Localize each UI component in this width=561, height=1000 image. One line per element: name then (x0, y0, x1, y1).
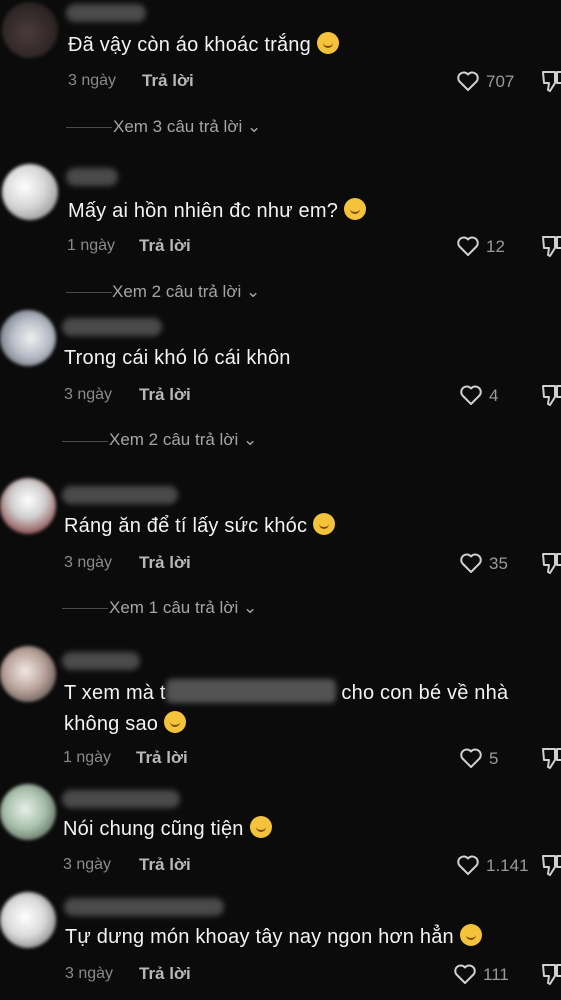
comment-time: 1 ngày (63, 749, 112, 766)
rofl-emoji-icon (459, 924, 482, 946)
thumbs-down-icon[interactable] (540, 551, 561, 575)
heart-outline-icon[interactable] (456, 854, 480, 876)
avatar[interactable] (0, 784, 56, 840)
chevron-down-icon: ⌄ (243, 430, 258, 449)
reply-button[interactable]: Trả lời (136, 748, 188, 768)
reply-button[interactable]: Trả lời (139, 385, 191, 405)
thumbs-down-icon[interactable] (540, 69, 561, 93)
comment-time: 1 ngày (67, 237, 116, 254)
username-blurred[interactable] (66, 168, 118, 186)
view-replies-button[interactable]: Xem 1 câu trả lời ⌄ (109, 598, 257, 618)
rofl-emoji-icon (164, 711, 187, 733)
like-count: 111 (483, 965, 509, 984)
comment-time: 3 ngày (68, 72, 117, 89)
thumbs-down-icon[interactable] (540, 746, 561, 770)
comment-text: Ráng ăn để tí lấy sức khóc (64, 511, 336, 542)
pensive-emoji-icon (316, 32, 339, 54)
comment-time: 3 ngày (65, 965, 114, 982)
username-blurred[interactable] (64, 898, 224, 916)
view-replies-button[interactable]: Xem 2 câu trả lời ⌄ (109, 430, 257, 450)
view-replies-button[interactable]: Xem 3 câu trả lời ⌄ (113, 117, 261, 137)
smiling-hearts-emoji-icon (344, 198, 367, 220)
thumbs-down-icon[interactable] (540, 853, 561, 877)
comment-text: Nói chung cũng tiện (63, 814, 272, 845)
comment-text: T xem mà t cho con bé về nhà không sao (64, 678, 544, 740)
heart-outline-icon[interactable] (459, 747, 483, 769)
comment-text: Tự dưng món khoay tây nay ngon hơn hẳn (65, 922, 482, 953)
blurred-text (165, 679, 336, 703)
heart-outline-icon[interactable] (453, 963, 477, 985)
avatar[interactable] (0, 478, 56, 534)
reply-button[interactable]: Trả lời (139, 855, 191, 875)
joy-emoji-icon (249, 816, 272, 838)
like-count: 35 (489, 554, 508, 573)
avatar[interactable] (2, 164, 58, 220)
thumbs-down-icon[interactable] (540, 234, 561, 258)
like-count: 4 (489, 386, 499, 405)
heart-outline-icon[interactable] (459, 552, 483, 574)
heart-outline-icon[interactable] (456, 235, 480, 257)
thumbs-down-icon[interactable] (540, 962, 561, 986)
chevron-down-icon: ⌄ (247, 117, 262, 136)
divider (62, 608, 108, 609)
heart-outline-icon[interactable] (456, 70, 480, 92)
avatar[interactable] (0, 310, 56, 366)
reply-button[interactable]: Trả lời (142, 71, 194, 91)
comment-text: Mấy ai hồn nhiên đc như em? (68, 196, 367, 227)
reply-button[interactable]: Trả lời (139, 964, 191, 984)
like-count: 5 (489, 749, 499, 768)
username-blurred[interactable] (62, 318, 162, 336)
like-count: 12 (486, 237, 505, 256)
divider (62, 441, 108, 442)
avatar[interactable] (0, 892, 56, 948)
divider (66, 127, 112, 128)
username-blurred[interactable] (62, 652, 140, 670)
username-blurred[interactable] (62, 790, 180, 808)
username-blurred[interactable] (66, 4, 146, 22)
comment-time: 3 ngày (64, 554, 113, 571)
chevron-down-icon: ⌄ (246, 282, 261, 301)
pensive-emoji-icon (313, 513, 336, 535)
like-count: 1.141 (486, 856, 529, 875)
comment-text: Trong cái khó ló cái khôn (64, 347, 291, 369)
chevron-down-icon: ⌄ (243, 598, 258, 617)
comment-text: Đã vậy còn áo khoác trắng (68, 30, 339, 61)
reply-button[interactable]: Trả lời (139, 236, 191, 256)
heart-outline-icon[interactable] (459, 384, 483, 406)
comment-time: 3 ngày (64, 386, 113, 403)
view-replies-button[interactable]: Xem 2 câu trả lời ⌄ (112, 282, 260, 302)
avatar[interactable] (2, 2, 58, 58)
reply-button[interactable]: Trả lời (139, 553, 191, 573)
divider (66, 292, 112, 293)
thumbs-down-icon[interactable] (540, 383, 561, 407)
username-blurred[interactable] (62, 486, 178, 504)
like-count: 707 (486, 72, 515, 91)
comment-time: 3 ngày (63, 856, 112, 873)
avatar[interactable] (0, 646, 56, 702)
